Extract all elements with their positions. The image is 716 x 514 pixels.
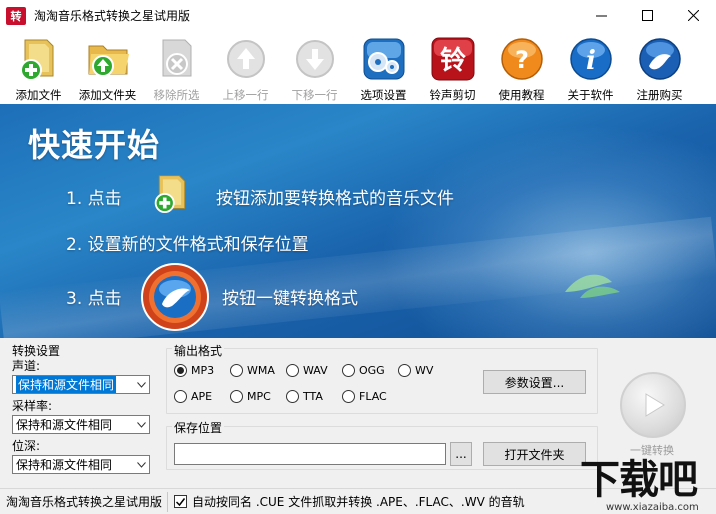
register-icon — [636, 35, 684, 83]
maximize-icon — [641, 10, 653, 21]
ringtone-cut-button[interactable]: 铃 铃声剪切 — [418, 31, 487, 103]
samplerate-label: 采样率: — [12, 399, 53, 413]
watermark-text: 下载吧 — [580, 457, 698, 503]
step3-prefix: 3. 点击 — [66, 289, 122, 309]
minimize-button[interactable] — [578, 0, 624, 31]
window-controls — [578, 0, 716, 31]
ringtone-cut-label: 铃声剪切 — [429, 88, 476, 102]
output-format-label: 输出格式 — [172, 342, 225, 359]
move-down-button[interactable]: 下移一行 — [280, 31, 349, 103]
add-file-label: 添加文件 — [15, 88, 62, 102]
channel-select[interactable]: 保持和源文件相同 — [12, 375, 150, 394]
play-icon — [645, 393, 665, 417]
add-file-button[interactable]: 添加文件 — [4, 31, 73, 103]
ringtone-icon-text: 铃 — [439, 46, 465, 76]
chevron-down-icon — [133, 416, 149, 433]
bitdepth-label: 位深: — [12, 439, 41, 453]
close-button[interactable] — [670, 0, 716, 31]
radio-mp3[interactable]: MP3 — [174, 364, 214, 377]
help-icon-text: ? — [515, 46, 529, 74]
bamboo-leaf-decoration — [565, 274, 620, 298]
step1-text: 按钮添加要转换格式的音乐文件 — [216, 189, 454, 209]
channel-value: 保持和源文件相同 — [16, 376, 117, 393]
params-settings-button[interactable]: 参数设置... — [483, 370, 586, 394]
bitdepth-select[interactable]: 保持和源文件相同 — [12, 455, 150, 474]
samplerate-select[interactable]: 保持和源文件相同 — [12, 415, 150, 434]
tutorial-button[interactable]: ? 使用教程 — [487, 31, 556, 103]
move-up-icon — [222, 35, 270, 83]
radio-ogg[interactable]: OGG — [342, 364, 385, 377]
close-icon — [687, 10, 699, 21]
bitdepth-value: 保持和源文件相同 — [16, 458, 113, 472]
register-button[interactable]: 注册购买 — [625, 31, 694, 103]
radio-tta[interactable]: TTA — [286, 390, 323, 403]
move-up-label: 上移一行 — [222, 88, 269, 102]
radio-mpc[interactable]: MPC — [230, 390, 271, 403]
radio-wv[interactable]: WV — [398, 364, 433, 377]
options-label: 选项设置 — [360, 88, 407, 102]
quick-start-banner: 快速开始 1. 点击 按钮添加要转换格式的音乐文件 2. 设置新的文件格式和保存… — [0, 104, 716, 338]
radio-ape[interactable]: APE — [174, 390, 212, 403]
checkbox-checked-icon — [174, 495, 187, 508]
radio-wav[interactable]: WAV — [286, 364, 328, 377]
open-folder-button[interactable]: 打开文件夹 — [483, 442, 586, 466]
radio-wma[interactable]: WMA — [230, 364, 275, 377]
move-down-icon — [291, 35, 339, 83]
toolbar: 添加文件 添加文件夹 移除所选 上移一行 下移一行 选项设置 铃 铃声剪切 ? … — [0, 31, 716, 103]
add-folder-button[interactable]: 添加文件夹 — [73, 31, 142, 103]
chevron-down-icon — [133, 376, 149, 393]
step1-add-file-icon — [152, 170, 192, 219]
remove-icon — [153, 35, 201, 83]
one-click-convert-label: 一键转换 — [630, 444, 674, 457]
watermark-url: www.xiazaiba.com — [606, 502, 699, 513]
window-title: 淘淘音乐格式转换之星试用版 — [34, 9, 191, 23]
help-icon: ? — [498, 35, 546, 83]
move-up-button[interactable]: 上移一行 — [211, 31, 280, 103]
add-folder-icon — [84, 35, 132, 83]
step2-text: 2. 设置新的文件格式和保存位置 — [66, 235, 309, 255]
step1-prefix: 1. 点击 — [66, 189, 122, 209]
options-icon — [360, 35, 408, 83]
one-click-convert-button[interactable] — [620, 372, 686, 438]
title-bar: 转 淘淘音乐格式转换之星试用版 — [0, 0, 716, 31]
samplerate-value: 保持和源文件相同 — [16, 418, 113, 432]
step3-convert-icon — [140, 262, 210, 335]
move-down-label: 下移一行 — [291, 88, 338, 102]
radio-selected-dot — [177, 367, 184, 374]
chevron-down-icon — [133, 456, 149, 473]
remove-selected-label: 移除所选 — [153, 88, 200, 102]
register-label: 注册购买 — [636, 88, 683, 102]
browse-button[interactable]: ... — [450, 442, 472, 466]
info-icon: i — [567, 35, 615, 83]
about-button[interactable]: i 关于软件 — [556, 31, 625, 103]
minimize-icon — [595, 15, 607, 17]
save-path-input[interactable] — [174, 443, 446, 465]
ringtone-icon: 铃 — [429, 35, 477, 83]
maximize-button[interactable] — [624, 0, 670, 31]
status-app-name: 淘淘音乐格式转换之星试用版 — [6, 495, 163, 509]
remove-selected-button[interactable]: 移除所选 — [142, 31, 211, 103]
save-location-label: 保存位置 — [172, 419, 225, 436]
cue-option-label: 自动按同名 .CUE 文件抓取并转换 .APE、.FLAC、.WV 的音轨 — [192, 495, 525, 509]
channel-label: 声道: — [12, 359, 41, 373]
watermark-logo: 下载吧 www.xiazaiba.com — [580, 458, 716, 514]
info-icon-text: i — [586, 46, 596, 76]
add-folder-label: 添加文件夹 — [78, 88, 137, 102]
add-file-icon — [15, 35, 63, 83]
tutorial-label: 使用教程 — [498, 88, 545, 102]
cue-option-checkbox[interactable]: 自动按同名 .CUE 文件抓取并转换 .APE、.FLAC、.WV 的音轨 — [174, 489, 525, 514]
radio-flac[interactable]: FLAC — [342, 390, 387, 403]
about-label: 关于软件 — [567, 88, 614, 102]
app-icon: 转 — [6, 6, 26, 25]
step3-text: 按钮一键转换格式 — [222, 289, 358, 309]
banner-title: 快速开始 — [28, 126, 161, 164]
options-button[interactable]: 选项设置 — [349, 31, 418, 103]
